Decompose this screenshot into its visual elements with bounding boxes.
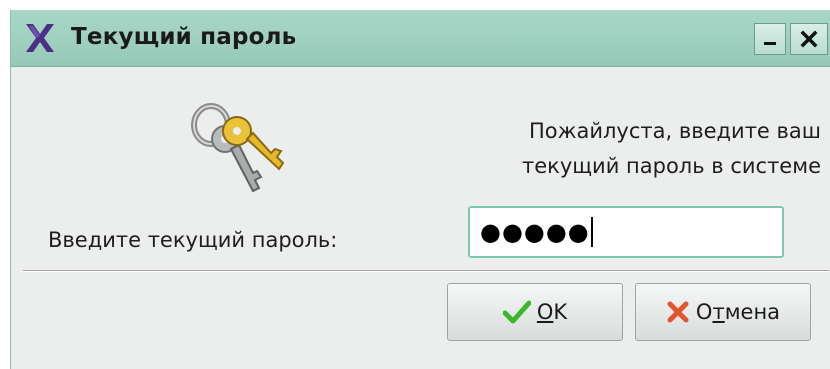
divider xyxy=(23,270,829,272)
close-button[interactable] xyxy=(790,23,828,55)
message-line-1: Пожайлуста, введите ваш xyxy=(528,119,821,143)
cross-icon xyxy=(667,301,689,323)
keys-icon xyxy=(191,103,285,193)
checkmark-icon xyxy=(502,300,531,324)
instruction-message: Пожайлуста, введите ваш текущий пароль в… xyxy=(431,114,821,184)
password-dialog: Текущий пароль Пожайлуста, введите ваш т… xyxy=(10,10,830,369)
minimize-icon xyxy=(764,42,776,45)
ok-label: OK xyxy=(536,300,568,324)
minimize-button[interactable] xyxy=(754,23,786,55)
title-bar[interactable]: Текущий пароль xyxy=(11,10,830,67)
message-line-2: текущий пароль в системе xyxy=(522,154,821,178)
cancel-button[interactable]: Отмена xyxy=(635,283,811,341)
window-title: Текущий пароль xyxy=(71,24,297,50)
x-logo-icon xyxy=(26,24,54,52)
close-icon xyxy=(800,30,818,48)
password-input[interactable]: ●●●●● xyxy=(468,206,784,258)
password-label: Введите текущий пароль: xyxy=(48,228,338,252)
password-mask: ●●●●● xyxy=(480,218,590,246)
cancel-label: Отмена xyxy=(695,300,781,324)
text-caret xyxy=(590,217,593,247)
ok-button[interactable]: OK xyxy=(447,283,623,341)
